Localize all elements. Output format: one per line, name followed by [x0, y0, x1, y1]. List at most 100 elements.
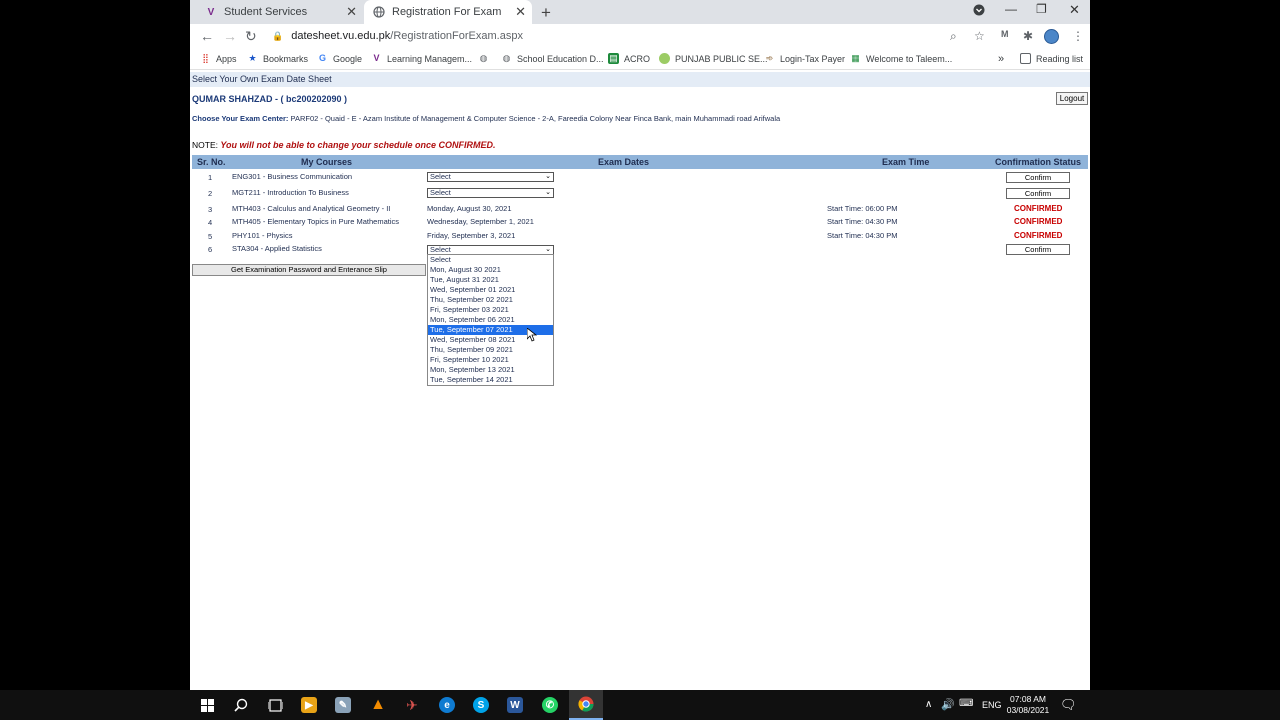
dropdown-option[interactable]: Mon, August 30 2021 [428, 265, 553, 275]
dropdown-option[interactable]: Thu, September 02 2021 [428, 295, 553, 305]
tab-label: Student Services [224, 6, 308, 18]
table-row: 1 ENG301 - Business Communication Select… [192, 170, 1088, 184]
edge-icon[interactable]: e [430, 690, 464, 720]
dropdown-option[interactable]: Wed, September 01 2021 [428, 285, 553, 295]
taskbar-clock[interactable]: 07:08 AM 03/08/2021 [1005, 694, 1051, 716]
minimize-icon[interactable]: — [1005, 2, 1017, 16]
chevron-down-icon: ⌄ [545, 246, 551, 253]
exam-date-dropdown-list: Select Mon, August 30 2021 Tue, August 3… [427, 254, 554, 386]
confirm-button[interactable]: Confirm [1006, 172, 1070, 183]
app-icon[interactable]: ✈ [395, 690, 429, 720]
table-row: 5 PHY101 - Physics Friday, September 3, … [208, 231, 1063, 241]
lock-icon: 🔒 [272, 30, 284, 41]
search-icon[interactable] [224, 690, 258, 720]
skype-icon[interactable]: S [464, 690, 498, 720]
col-exam-dates: Exam Dates [598, 157, 650, 167]
status-badge: CONFIRMED [1014, 204, 1063, 213]
status-badge: CONFIRMED [1014, 231, 1063, 240]
close-tab-icon[interactable]: ✕ [346, 4, 357, 20]
get-entrance-slip-button[interactable]: Get Examination Password and Enterance S… [192, 264, 426, 276]
vu-logo-icon: V [373, 53, 380, 63]
tray-chevron-up-icon[interactable]: ∧ [925, 699, 932, 710]
profile-avatar[interactable] [1044, 29, 1059, 44]
reading-list-icon [1020, 53, 1031, 64]
bookmark-globe[interactable]: ◍ [478, 53, 494, 64]
student-name: QUMAR SHAHZAD - ( bc200202090 ) [192, 94, 348, 104]
notification-icon[interactable]: 🗨 [1060, 697, 1077, 713]
keyboard-icon[interactable]: ⌨ [959, 698, 973, 709]
close-tab-icon[interactable]: ✕ [515, 4, 526, 20]
whatsapp-icon[interactable]: ✆ [533, 690, 567, 720]
table-row: 2 MGT211 - Introduction To Business Sele… [192, 186, 1088, 200]
zoom-icon[interactable]: ⌕ [950, 29, 957, 44]
exam-date-select[interactable]: Select ⌄ [427, 172, 554, 182]
address-bar[interactable]: 🔒 datesheet.vu.edu.pk/RegistrationForExa… [272, 27, 972, 45]
tab-student-services[interactable]: V Student Services ✕ [198, 0, 363, 24]
exam-date-select[interactable]: Select ⌄ [427, 188, 554, 198]
new-tab-icon[interactable]: + [541, 3, 551, 23]
dropdown-option[interactable]: Tue, September 14 2021 [428, 375, 553, 385]
confirm-button[interactable]: Confirm [1006, 244, 1070, 255]
vlc-icon[interactable]: ▲ [361, 690, 395, 720]
bookmark-bookmarks[interactable]: ★ Bookmarks [247, 53, 308, 64]
more-bookmarks-icon[interactable]: » [998, 53, 1004, 65]
exam-time: Start Time: 06:00 PM [827, 204, 898, 213]
logout-button[interactable]: Logout [1056, 92, 1088, 105]
media-player-icon[interactable]: ▶ [292, 690, 326, 720]
tab-label: Registration For Exam [392, 6, 502, 18]
dropdown-option[interactable]: Tue, August 31 2021 [428, 275, 553, 285]
bookmark-taleem[interactable]: ▦ Welcome to Taleem... [850, 53, 952, 64]
col-sr-no: Sr. No. [197, 157, 226, 167]
course-name: MGT211 - Introduction To Business [232, 188, 349, 197]
acro-icon: ▤ [608, 53, 619, 64]
chrome-icon[interactable] [569, 690, 603, 720]
restore-icon[interactable]: ❐ [1036, 2, 1047, 16]
close-window-icon[interactable]: ✕ [1069, 2, 1080, 18]
course-name: MTH405 - Elementary Topics in Pure Mathe… [232, 217, 400, 226]
status-badge: CONFIRMED [1014, 217, 1063, 226]
windows-start-icon[interactable] [190, 690, 224, 720]
globe-icon: ◍ [502, 53, 511, 63]
reading-list-button[interactable]: Reading list [1020, 53, 1083, 64]
word-icon[interactable]: W [498, 690, 532, 720]
bookmark-google[interactable]: G Google [317, 53, 362, 64]
menu-dots-icon[interactable]: ⋮ [1072, 29, 1084, 43]
confirm-button[interactable]: Confirm [1006, 188, 1070, 199]
dropdown-option[interactable]: Fri, September 10 2021 [428, 355, 553, 365]
task-view-icon[interactable] [258, 690, 292, 720]
forward-icon[interactable]: → [223, 28, 237, 44]
bookmark-apps[interactable]: ⣿ Apps [200, 53, 236, 64]
fbr-icon: ➾ [765, 53, 774, 63]
reload-icon[interactable]: ↻ [245, 28, 257, 45]
bookmark-tax-payer[interactable]: ➾ Login-Tax Payer [764, 53, 845, 64]
note-label: NOTE: [192, 140, 218, 150]
windows-taskbar: ▶ ✎ ▲ ✈ e S W ✆ ∧ 🔊 ⌨ ENG 07:08 AM 03/08… [0, 690, 1280, 720]
exam-center-info: Choose Your Exam Center: PARF02 - Quaid … [192, 114, 780, 123]
bookmark-ppsc[interactable]: PUNJAB PUBLIC SE... [659, 53, 768, 64]
table-row: 3 MTH403 - Calculus and Analytical Geome… [208, 204, 1063, 214]
dropdown-option[interactable]: Select [428, 255, 553, 265]
url-host: datesheet.vu.edu.pk [291, 30, 391, 42]
star-icon[interactable]: ☆ [974, 29, 985, 43]
globe-icon: ◍ [479, 53, 488, 63]
paint-icon[interactable]: ✎ [326, 690, 360, 720]
language-indicator[interactable]: ENG [982, 700, 1002, 710]
google-icon: G [318, 53, 326, 63]
bookmark-learning[interactable]: V Learning Managem... [371, 53, 472, 64]
tab-search-icon[interactable] [973, 4, 985, 19]
dropdown-option[interactable]: Mon, September 06 2021 [428, 315, 553, 325]
note: NOTE: You will not be able to change you… [192, 140, 496, 150]
back-icon[interactable]: ← [200, 28, 214, 44]
dropdown-option[interactable]: Thu, September 09 2021 [428, 345, 553, 355]
dropdown-option[interactable]: Fri, September 03 2021 [428, 305, 553, 315]
dropdown-option[interactable]: Mon, September 13 2021 [428, 365, 553, 375]
tab-registration-for-exam[interactable]: Registration For Exam ✕ [364, 0, 532, 24]
extension-m-icon[interactable]: M [1001, 29, 1009, 39]
clock-date: 03/08/2021 [1006, 705, 1050, 715]
puzzle-icon[interactable]: ✱ [1023, 29, 1033, 43]
bookmark-school-education[interactable]: ◍ School Education D... [501, 53, 604, 64]
volume-icon[interactable]: 🔊 [941, 698, 955, 711]
browser-toolbar: ← → ↻ 🔒 datesheet.vu.edu.pk/Registration… [190, 24, 1090, 48]
bookmark-acro[interactable]: ▤ ACRO [608, 53, 650, 64]
table-row: 4 MTH405 - Elementary Topics in Pure Mat… [208, 217, 1063, 227]
